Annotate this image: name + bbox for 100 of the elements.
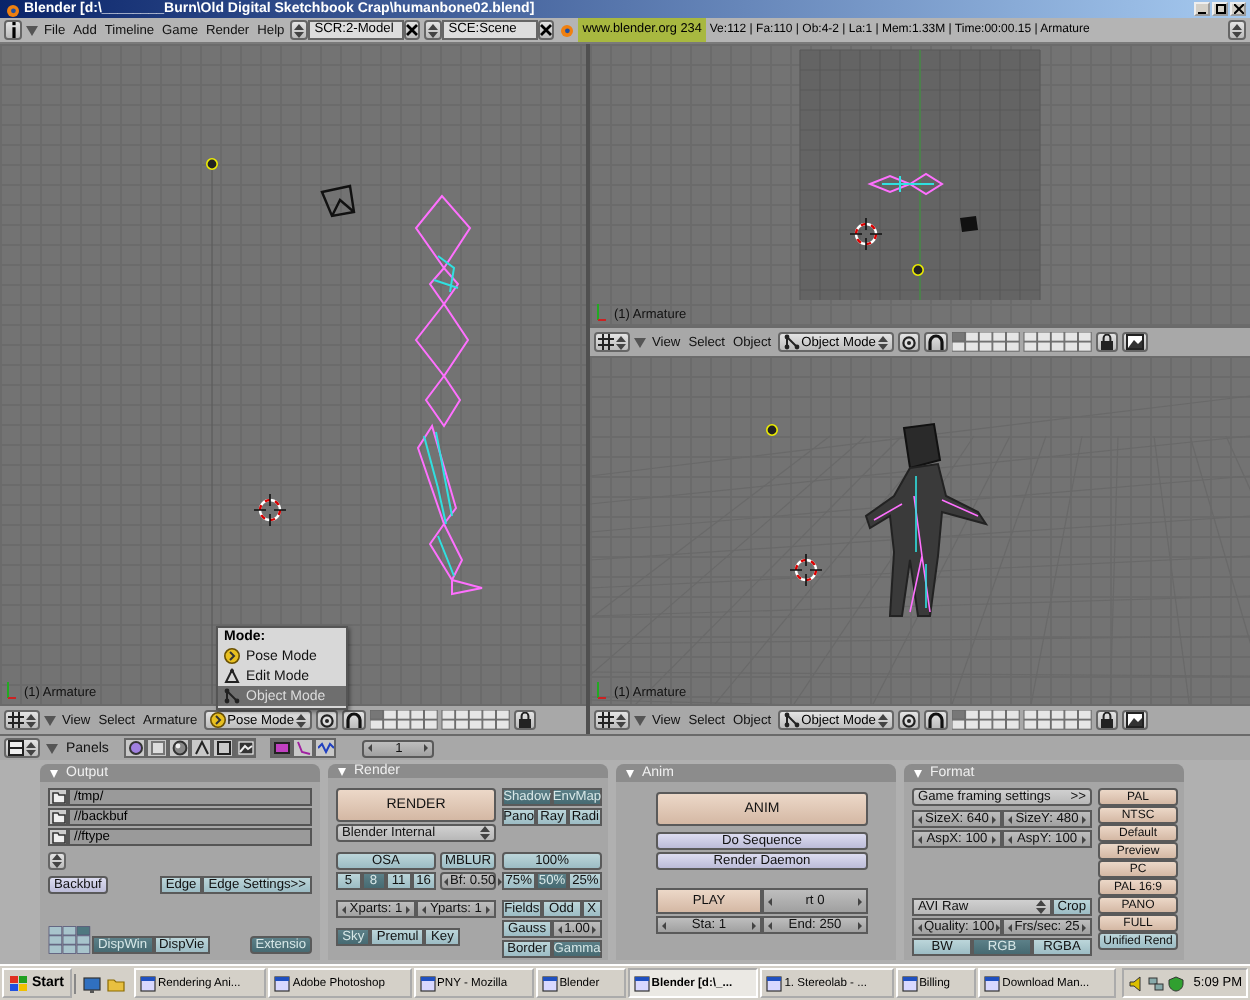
minimize-button[interactable] [1194,2,1210,16]
logic-context-button[interactable] [124,738,147,758]
delete-button[interactable] [538,20,555,40]
picture-icon [1125,712,1144,728]
close-icon [1233,4,1243,14]
grid-icon [598,334,614,350]
scene-context-button[interactable] [234,738,257,758]
anim-context-button[interactable] [292,738,315,758]
picture-icon [237,740,254,756]
file-browse-button[interactable] [48,828,68,846]
lock-button[interactable] [1095,332,1118,352]
updown-icon [616,713,626,727]
object-mode-icon [224,688,240,704]
app-window-icon [139,975,156,991]
editing-context-button[interactable] [212,738,235,758]
file-browse-button[interactable] [48,788,68,806]
updown-icon [616,335,626,349]
close-button[interactable] [1230,2,1246,16]
render-preview-button[interactable] [1121,332,1148,352]
maximize-icon [1215,4,1225,14]
window-type-button[interactable] [594,710,630,730]
file-browse-button[interactable] [48,808,68,826]
axis-icon [596,304,608,322]
pivot-button[interactable] [897,332,920,352]
app-window-icon [984,975,1001,991]
magnet-button[interactable] [923,710,948,730]
curve-icon [295,740,312,756]
blender-logo-icon [558,22,575,38]
pivot-icon [901,713,916,727]
shield-icon[interactable] [1167,975,1184,991]
lamp-icon [766,424,778,436]
magnet-icon [927,712,944,728]
3d-cursor-icon [253,493,287,527]
magnet-icon [927,334,944,350]
delete-button[interactable] [404,20,421,40]
updown-icon [26,713,36,727]
lock-icon [1099,334,1114,350]
grid-icon [598,712,614,728]
magnet-button[interactable] [342,710,366,730]
object-context-button[interactable] [190,738,213,758]
window-type-button[interactable] [4,710,40,730]
updown-icon [1232,23,1242,37]
square-icon [149,740,166,756]
updown-icon [52,854,62,868]
info-icon [9,22,17,38]
app-window-icon [541,975,558,991]
window-type-button[interactable] [594,332,630,352]
sphere-icon [171,740,188,756]
collapse-triangle-icon[interactable] [46,743,58,753]
render-preview-button[interactable] [1121,710,1148,730]
object-mode-icon [783,712,800,728]
pose-mode-icon [224,648,240,664]
updown-icon [296,713,306,727]
picture-icon [1125,334,1144,350]
render-window-location-icon[interactable] [48,926,92,954]
desktop-icon[interactable] [81,973,102,993]
app-window-icon [633,975,650,991]
window-type-button[interactable] [4,738,40,758]
screen-browse-button[interactable] [290,20,309,40]
pivot-icon [320,713,334,727]
collapse-triangle-icon[interactable] [634,715,646,725]
app-window-icon [419,975,436,991]
close-icon [406,24,419,36]
circle-icon [127,740,144,756]
collapse-triangle-icon[interactable] [26,25,38,35]
layer-buttons[interactable] [951,332,1092,352]
lock-icon [518,712,532,728]
wave-icon [317,740,334,756]
camera-icon [320,184,356,218]
sound-context-button[interactable] [314,738,337,758]
magnet-button[interactable] [923,332,948,352]
app-window-icon [901,975,918,991]
window-icon [8,740,24,756]
close-icon [540,24,553,36]
shading-context-button[interactable] [168,738,191,758]
render-context-button[interactable] [270,738,293,758]
scroll-button[interactable] [1228,20,1246,40]
pivot-button[interactable] [897,710,920,730]
collapse-triangle-icon[interactable] [44,715,56,725]
app-window-icon [766,975,783,991]
triangle-mesh-icon [224,668,240,684]
axis-icon [6,682,18,700]
script-context-button[interactable] [146,738,169,758]
armature-drawing [867,172,944,196]
updown-icon [1035,900,1046,914]
collapse-triangle-icon[interactable] [634,337,646,347]
lock-button[interactable] [514,710,536,730]
scene-browse-button[interactable] [424,20,443,40]
lock-button[interactable] [1095,710,1118,730]
info-button[interactable] [4,20,22,40]
updown-button[interactable] [48,852,66,870]
layer-buttons[interactable] [951,710,1092,730]
maximize-button[interactable] [1212,2,1228,16]
updown-icon [877,713,888,727]
speaker-icon[interactable] [1127,975,1144,991]
axis-icon [596,682,608,700]
pivot-button[interactable] [316,710,338,730]
layer-buttons[interactable] [370,710,510,730]
pose-mode-icon [209,712,226,728]
network-icon[interactable] [1147,975,1164,991]
